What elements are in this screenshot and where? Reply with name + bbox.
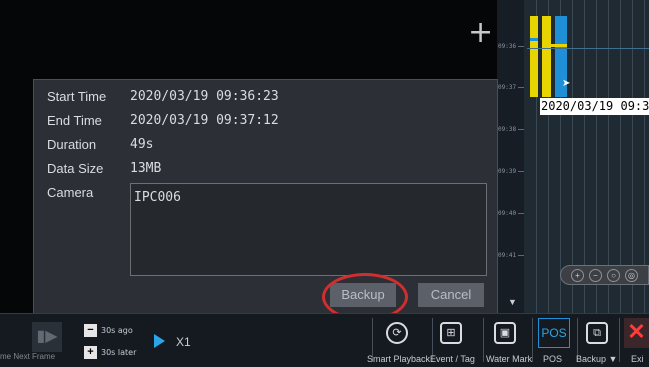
zoom-out-icon[interactable]: − [589, 269, 602, 282]
data-size-value: 13MB [130, 161, 162, 176]
camera-label: Camera [47, 185, 94, 200]
current-time-line [527, 48, 649, 49]
exit-label: Exi [631, 354, 644, 364]
tick-label: 09:39 [498, 168, 517, 175]
start-time-label: Start Time [47, 89, 107, 104]
end-time-label: End Time [47, 113, 102, 128]
smart-playback-icon[interactable]: ⟳ [386, 322, 408, 344]
zoom-fit-icon[interactable]: ◎ [625, 269, 638, 282]
water-mark-label: Water Mark [486, 354, 533, 364]
timeline-zoom-bar: + − ○ ◎ [560, 265, 649, 285]
start-time-value: 2020/03/19 09:36:23 [130, 89, 279, 104]
data-size-label: Data Size [47, 161, 104, 176]
recording-segment[interactable] [542, 44, 567, 47]
speed-label: X1 [176, 335, 191, 349]
cancel-button[interactable]: Cancel [418, 283, 484, 307]
next-frame-button[interactable]: ▮▶ [32, 322, 62, 352]
recording-segment[interactable] [530, 16, 538, 97]
event-tag-label: Event / Tag [430, 354, 475, 364]
backup-menu-label[interactable]: Backup ▼ [576, 354, 617, 364]
skip-back-button[interactable]: − [84, 324, 97, 337]
backup-icon[interactable]: ⧉ [586, 322, 608, 344]
backup-dialog: Start Time 2020/03/19 09:36:23 End Time … [33, 79, 498, 314]
next-frame-label: me Next Frame [0, 352, 56, 361]
tick-label: 09:37 [498, 84, 517, 91]
skip-forward-button[interactable]: + [84, 346, 97, 359]
skip-forward-label: 30s later [101, 348, 137, 357]
mouse-cursor-icon: ➤ [562, 78, 571, 89]
tick-label: 09:41 [498, 252, 517, 259]
skip-back-label: 30s ago [101, 326, 133, 335]
zoom-in-icon[interactable]: + [571, 269, 584, 282]
timeline-scroll-down-icon[interactable]: ▼ [508, 297, 517, 307]
duration-label: Duration [47, 137, 97, 152]
timestamp-tooltip: 2020/03/19 09:36:5 [540, 98, 649, 115]
exit-icon[interactable]: ✕ [624, 318, 649, 348]
camera-list[interactable]: IPC006 [130, 183, 487, 276]
recording-segment[interactable] [530, 38, 538, 41]
pos-icon[interactable]: POS [538, 318, 570, 348]
play-speed-icon[interactable] [154, 334, 165, 348]
end-time-value: 2020/03/19 09:37:12 [130, 113, 279, 128]
recording-segment[interactable] [542, 16, 551, 97]
add-window-icon[interactable]: + [468, 18, 493, 48]
timeline-scale: 09:36 09:37 09:38 09:39 09:40 09:41 [497, 0, 524, 313]
pos-label: POS [543, 354, 563, 364]
tick-label: 09:40 [498, 210, 517, 217]
event-tag-icon[interactable]: ⊞ [440, 322, 462, 344]
duration-value: 49s [130, 137, 154, 152]
zoom-reset-icon[interactable]: ○ [607, 269, 620, 282]
camera-item[interactable]: IPC006 [134, 190, 181, 205]
tick-label: 09:36 [498, 43, 517, 50]
tick-label: 09:38 [498, 126, 517, 133]
smart-playback-label: Smart Playback [367, 354, 431, 364]
water-mark-icon[interactable]: ▣ [494, 322, 516, 344]
